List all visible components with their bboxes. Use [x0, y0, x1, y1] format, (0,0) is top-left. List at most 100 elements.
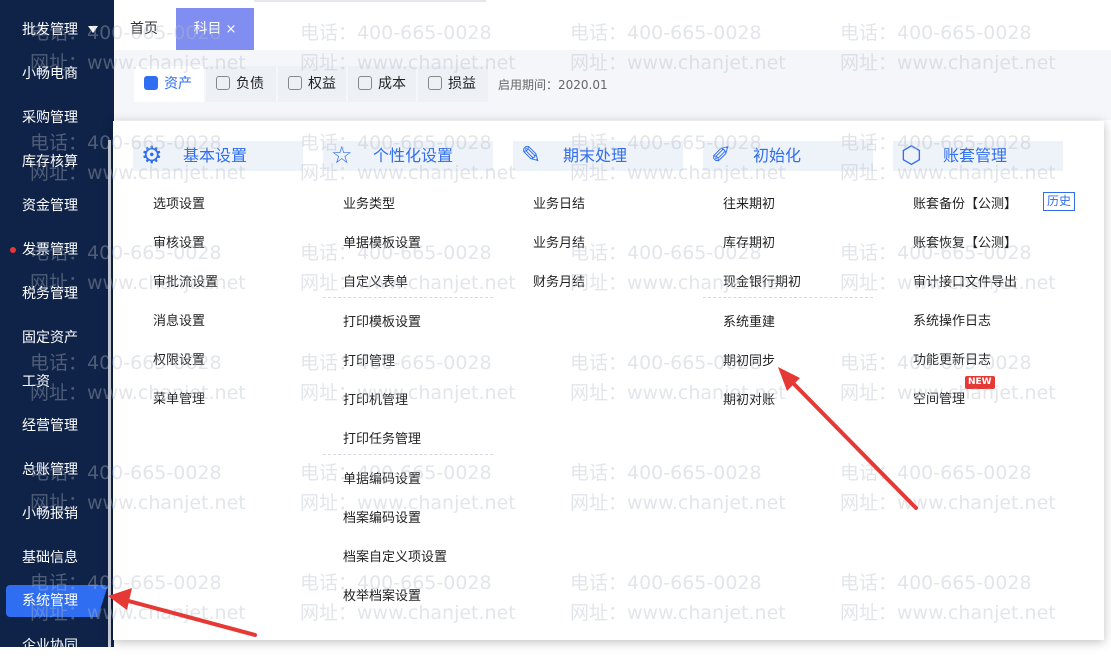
menu-item[interactable]: 审计接口文件导出: [913, 271, 1017, 290]
account-tab-liabilities[interactable]: 负债: [206, 66, 276, 102]
sidebar-item-wholesale[interactable]: 批发管理: [0, 10, 108, 50]
menu-item[interactable]: 空间管理: [913, 388, 965, 407]
menu-item[interactable]: 打印管理: [343, 350, 395, 369]
menu-item[interactable]: 审批流设置: [153, 271, 218, 290]
column-header: ⚙ 基本设置: [133, 141, 303, 171]
enable-period: 启用期间：2020.01: [498, 78, 608, 92]
column-header: ⬡ 账套管理: [893, 141, 1063, 171]
menu-column-initialization: ✐ 初始化 往来期初 库存期初 现金银行期初 系统重建 期初同步 期初对账: [683, 121, 873, 640]
sidebar-item-label: 库存核算: [22, 154, 78, 170]
menu-item[interactable]: 库存期初: [723, 232, 775, 251]
menu-item[interactable]: 系统操作日志: [913, 310, 991, 329]
account-tab-cost[interactable]: 成本: [348, 66, 416, 102]
column-title: 个性化设置: [373, 146, 454, 165]
tab-label: 科目: [193, 21, 222, 37]
menu-item[interactable]: 账套备份【公测】: [913, 193, 1017, 212]
menu-item[interactable]: 枚举档案设置: [343, 585, 421, 604]
sidebar-item-collaboration[interactable]: 企业协同: [0, 626, 108, 666]
menu-item[interactable]: 现金银行期初: [723, 271, 801, 290]
sidebar-item-ledger[interactable]: 总账管理: [0, 450, 108, 490]
close-icon[interactable]: ×: [226, 22, 237, 37]
sidebar-item-ecommerce[interactable]: 小畅电商: [0, 54, 108, 94]
sidebar-item-label: 系统管理: [22, 593, 78, 609]
menu-item[interactable]: 业务月结: [533, 232, 585, 251]
gear-icon: ⚙: [141, 141, 163, 169]
broom-icon: ✐: [711, 141, 732, 169]
menu-item[interactable]: 菜单管理: [153, 388, 205, 407]
menu-item[interactable]: 单据模板设置: [343, 232, 421, 251]
account-tab-assets[interactable]: 资产: [134, 66, 204, 102]
divider: [323, 297, 493, 298]
menu-item[interactable]: 财务月结: [533, 271, 585, 290]
sidebar-item-operations[interactable]: 经营管理: [0, 406, 108, 446]
menu-column-basic: ⚙ 基本设置 选项设置 审核设置 审批流设置 消息设置 权限设置 菜单管理: [113, 121, 303, 640]
sidebar-item-label: 固定资产: [22, 330, 78, 346]
menu-item[interactable]: 账套恢复【公测】: [913, 232, 1017, 251]
history-button[interactable]: 历史: [1043, 192, 1075, 211]
sidebar-item-purchase[interactable]: 采购管理: [0, 98, 108, 138]
new-badge: NEW: [965, 376, 995, 389]
menu-item[interactable]: 审核设置: [153, 232, 205, 251]
tab-label: 首页: [130, 21, 158, 37]
sidebar-item-system[interactable]: 系统管理: [6, 585, 108, 617]
menu-item[interactable]: 业务日结: [533, 193, 585, 212]
menu-item[interactable]: 系统重建: [723, 311, 775, 330]
sidebar-item-label: 工资: [22, 374, 50, 390]
caret-down-icon: [88, 26, 98, 33]
menu-item[interactable]: 打印任务管理: [343, 428, 421, 447]
column-title: 初始化: [753, 146, 802, 165]
sidebar-item-invoice[interactable]: 发票管理: [0, 230, 108, 270]
menu-item[interactable]: 期初同步: [723, 350, 775, 369]
menu-item[interactable]: 消息设置: [153, 310, 205, 329]
menu-column-period-end: ✎ 期末处理 业务日结 业务月结 财务月结: [493, 121, 683, 640]
sidebar-scrollbar[interactable]: [108, 140, 111, 647]
tab-kemu[interactable]: 科目 ×: [176, 8, 254, 50]
column-title: 基本设置: [183, 146, 248, 165]
tab-home[interactable]: 首页: [130, 8, 158, 50]
menu-column-personalization: ☆ 个性化设置 业务类型 单据模板设置 自定义表单 打印模板设置 打印管理 打印…: [303, 121, 493, 640]
sidebar-item-inventory[interactable]: 库存核算: [0, 142, 108, 182]
menu-item[interactable]: 自定义表单: [343, 271, 408, 290]
sidebar-item-label: 基础信息: [22, 550, 78, 566]
sidebar-item-label: 小畅报销: [22, 506, 78, 522]
sidebar-item-label: 采购管理: [22, 110, 78, 126]
menu-item[interactable]: 业务类型: [343, 193, 395, 212]
menu-item[interactable]: 档案自定义项设置: [343, 546, 447, 565]
column-title: 账套管理: [943, 146, 1008, 165]
system-menu-panel: ⚙ 基本设置 选项设置 审核设置 审批流设置 消息设置 权限设置 菜单管理 ☆ …: [113, 121, 1104, 640]
star-icon: ☆: [331, 141, 353, 169]
sidebar-item-label: 总账管理: [22, 462, 78, 478]
tab-label: 权益: [308, 76, 336, 92]
cost-icon: [358, 76, 372, 90]
menu-item[interactable]: 档案编码设置: [343, 507, 421, 526]
sidebar-item-fixed-assets[interactable]: 固定资产: [0, 318, 108, 358]
sidebar-item-label: 企业协同: [22, 638, 78, 654]
sidebar-item-basic-info[interactable]: 基础信息: [0, 538, 108, 578]
account-tab-equity[interactable]: 权益: [278, 66, 346, 102]
menu-item[interactable]: 打印模板设置: [343, 311, 421, 330]
profit-loss-icon: [428, 76, 442, 90]
divider: [254, 0, 486, 2]
divider: [703, 297, 873, 298]
sidebar-item-payroll[interactable]: 工资: [0, 362, 108, 402]
account-tab-profit-loss[interactable]: 损益: [418, 66, 488, 102]
menu-item[interactable]: 单据编码设置: [343, 468, 421, 487]
menu-item[interactable]: 往来期初: [723, 193, 775, 212]
sidebar-item-funds[interactable]: 资金管理: [0, 186, 108, 226]
menu-item[interactable]: 期初对账: [723, 389, 775, 408]
menu-item[interactable]: 权限设置: [153, 349, 205, 368]
column-header: ☆ 个性化设置: [323, 141, 493, 171]
menu-item[interactable]: 打印机管理: [343, 389, 408, 408]
column-title: 期末处理: [563, 146, 628, 165]
sidebar-item-tax[interactable]: 税务管理: [0, 274, 108, 314]
tab-bar: 首页 科目 ×: [114, 0, 1111, 50]
menu-item[interactable]: 功能更新日志: [913, 349, 991, 368]
sidebar-item-label: 经营管理: [22, 418, 78, 434]
column-header: ✐ 初始化: [703, 141, 873, 171]
sidebar-item-expense[interactable]: 小畅报销: [0, 494, 108, 534]
assets-icon: [144, 76, 158, 90]
ticket-icon: ✎: [521, 141, 542, 169]
sidebar-item-label: 批发管理: [22, 22, 78, 38]
menu-item[interactable]: 选项设置: [153, 193, 205, 212]
box-icon: ⬡: [901, 141, 922, 169]
